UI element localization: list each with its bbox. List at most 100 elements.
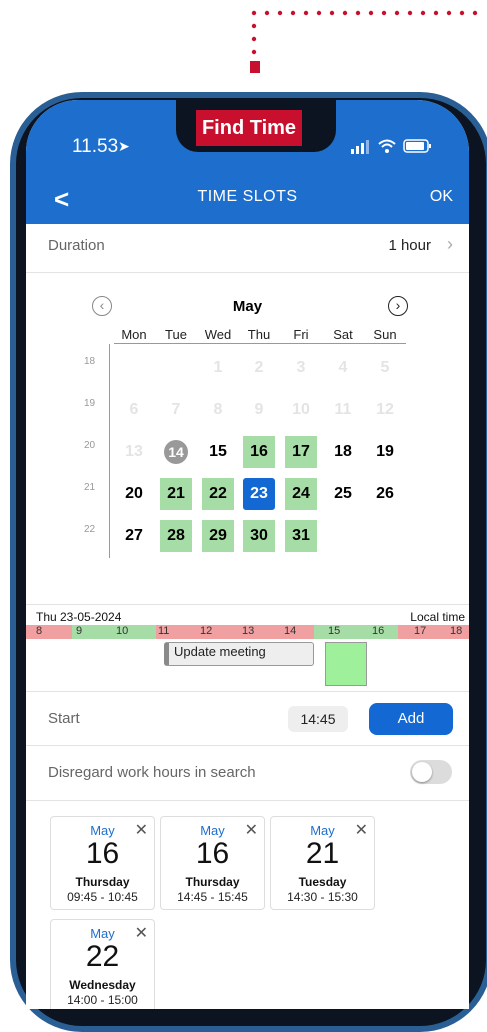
timeline-date: Thu 23-05-2024: [36, 610, 122, 624]
slot-day: 21: [305, 837, 340, 870]
header-rule: [114, 343, 406, 344]
slot-time: 14:45 - 15:45: [177, 890, 248, 904]
calendar-day[interactable]: 27: [118, 520, 150, 552]
hour-label: 8: [36, 625, 43, 637]
slot-day: 16: [85, 837, 120, 870]
duration-row[interactable]: Duration 1 hour ›: [26, 224, 469, 272]
hour-label: 17: [414, 625, 427, 637]
calendar-day: 13: [125, 443, 143, 460]
calendar-day: 11: [334, 401, 352, 418]
calendar-day: 10: [292, 401, 310, 418]
start-time-field[interactable]: 14:45: [288, 706, 348, 732]
calendar-day-available[interactable]: 22: [202, 478, 234, 510]
day-header: Thu: [247, 327, 271, 342]
week-number: 19: [84, 398, 96, 409]
signal-icon: [351, 140, 369, 154]
calendar-day-available[interactable]: 31: [285, 520, 317, 552]
start-label: Start: [48, 710, 80, 727]
slot-weekday: Thursday: [75, 875, 130, 889]
hour-label: 13: [242, 625, 255, 637]
slot-weekday: Wednesday: [69, 978, 136, 992]
slot-card[interactable]: May ✕ 16 Thursday 09:45 - 10:45: [50, 816, 155, 910]
disregard-toggle[interactable]: [410, 760, 452, 784]
hour-label: 11: [158, 625, 170, 637]
find-time-label: Find Time: [196, 110, 302, 146]
slot-card[interactable]: May ✕ 22 Wednesday 14:00 - 15:00: [50, 919, 155, 1009]
week-number: 18: [84, 356, 96, 367]
week-rule: [109, 344, 110, 558]
calendar-day[interactable]: 25: [327, 478, 359, 510]
calendar-day: 6: [129, 401, 139, 418]
today-marker: 14: [164, 440, 188, 464]
next-month-button[interactable]: ›: [388, 296, 408, 316]
calendar-day[interactable]: 18: [327, 436, 359, 468]
divider: [26, 745, 469, 746]
chevron-right-icon: ›: [447, 234, 453, 254]
calendar-day-selected[interactable]: 23: [243, 478, 275, 510]
hour-label: 10: [116, 625, 129, 637]
calendar-day-available[interactable]: 16: [243, 436, 275, 468]
hour-label: 18: [450, 625, 463, 637]
hour-label: 14: [284, 625, 297, 637]
slot-time: 14:30 - 15:30: [287, 890, 358, 904]
calendar-day: 7: [171, 401, 181, 418]
calendar-day-available[interactable]: 29: [202, 520, 234, 552]
app-screen: 11.53 ➤ < TIME SLOTS OK Duration 1 hour …: [26, 100, 469, 1009]
disregard-label: Disregard work hours in search: [48, 764, 256, 781]
calendar-day-available[interactable]: 30: [243, 520, 275, 552]
dotted-connector: [250, 10, 478, 73]
week-number: 21: [84, 482, 96, 493]
battery-icon: [403, 139, 431, 153]
calendar-day[interactable]: 15: [202, 436, 234, 468]
local-time-label: Local time: [410, 610, 465, 624]
calendar-day: 3: [296, 359, 306, 376]
slot-weekday: Tuesday: [298, 875, 347, 889]
day-header: Sat: [333, 327, 353, 342]
day-header: Fri: [293, 327, 309, 342]
hour-label: 16: [372, 625, 385, 637]
slot-card[interactable]: May ✕ 21 Tuesday 14:30 - 15:30: [270, 816, 375, 910]
divider: [26, 800, 469, 801]
slot-time: 14:00 - 15:00: [67, 993, 138, 1007]
slot-card[interactable]: May ✕ 16 Thursday 14:45 - 15:45: [160, 816, 265, 910]
calendar-day-available[interactable]: 24: [285, 478, 317, 510]
calendar-day: 9: [254, 401, 264, 418]
slot-day: 22: [85, 940, 120, 973]
add-button[interactable]: Add: [369, 703, 453, 735]
calendar-day[interactable]: 19: [369, 436, 401, 468]
calendar-day: 5: [380, 359, 390, 376]
divider: [26, 604, 469, 605]
divider: [26, 691, 469, 692]
status-time: 11.53: [72, 136, 119, 157]
calendar-day-available[interactable]: 21: [160, 478, 192, 510]
calendar-event[interactable]: Update meeting: [164, 642, 314, 666]
ok-button[interactable]: OK: [430, 188, 453, 206]
week-number: 22: [84, 524, 96, 535]
calendar-day: 8: [213, 401, 223, 418]
calendar-day: 1: [213, 359, 223, 376]
nav-bar: < TIME SLOTS OK: [26, 170, 469, 224]
location-icon: ➤: [118, 138, 130, 154]
hour-label: 15: [328, 625, 341, 637]
calendar-day: 2: [254, 359, 264, 376]
duration-value: 1 hour: [388, 237, 431, 254]
week-number: 20: [84, 440, 96, 451]
calendar-day-available[interactable]: 28: [160, 520, 192, 552]
slot-weekday: Thursday: [185, 875, 240, 889]
hour-label: 9: [76, 625, 83, 637]
calendar-day-today[interactable]: 14: [160, 436, 192, 468]
divider: [26, 272, 469, 273]
calendar-day: 12: [376, 401, 394, 418]
hour-label: 12: [200, 625, 213, 637]
day-header: Wed: [204, 327, 232, 342]
wifi-icon: [378, 139, 396, 153]
proposed-slot[interactable]: [325, 642, 367, 686]
calendar-day[interactable]: 26: [369, 478, 401, 510]
slot-day: 16: [195, 837, 230, 870]
slot-time: 09:45 - 10:45: [67, 890, 138, 904]
day-header: Mon: [121, 327, 147, 342]
duration-label: Duration: [48, 237, 105, 254]
day-header: Sun: [373, 327, 397, 342]
calendar-day-available[interactable]: 17: [285, 436, 317, 468]
calendar-day[interactable]: 20: [118, 478, 150, 510]
